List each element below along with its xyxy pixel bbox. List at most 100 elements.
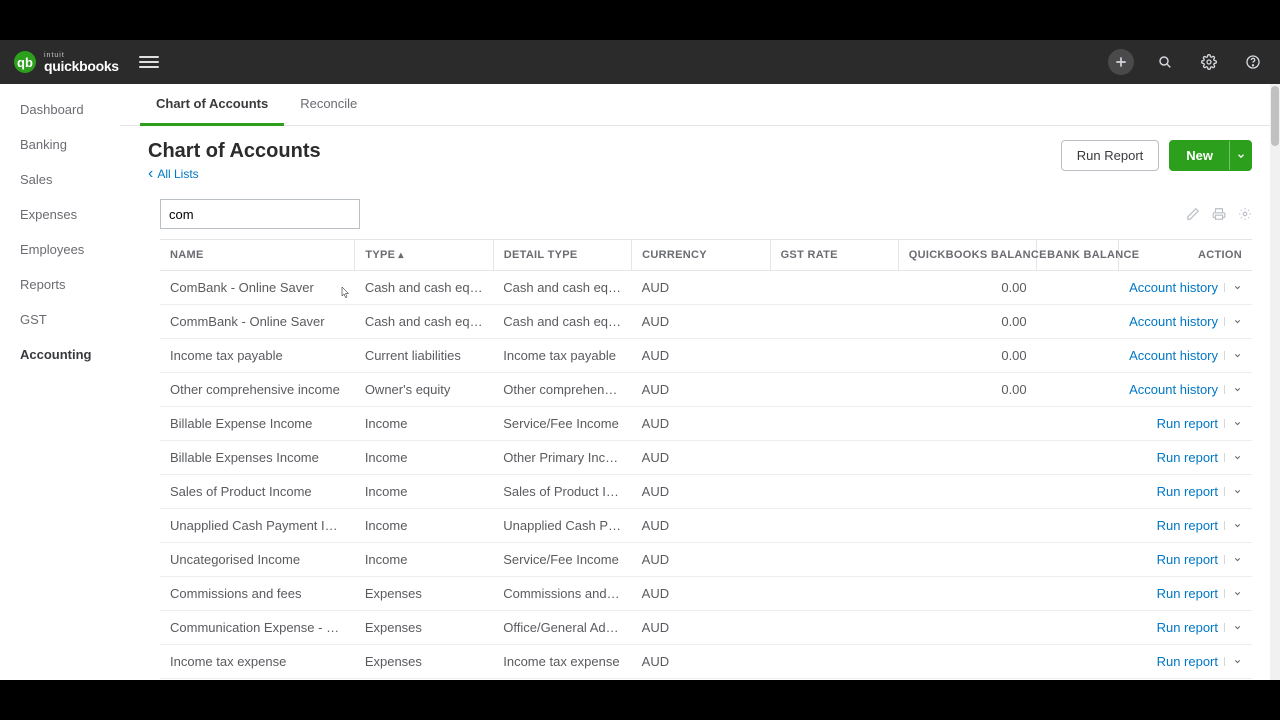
cell-currency: AUD — [632, 407, 770, 441]
cell-detail: Management compensati… — [493, 679, 631, 681]
cell-detail: Sales of Product Income — [493, 475, 631, 509]
cell-qb-balance — [898, 441, 1036, 475]
cell-name: Communication Expense - Fixed — [160, 611, 355, 645]
sidebar-item-reports[interactable]: Reports — [0, 267, 120, 302]
search-icon[interactable] — [1152, 49, 1178, 75]
row-action-link[interactable]: Account history — [1129, 280, 1242, 295]
row-action-link[interactable]: Run report — [1157, 654, 1242, 669]
sidebar-item-accounting[interactable]: Accounting — [0, 337, 120, 372]
table-row: ComBank - Online SaverCash and cash equi… — [160, 271, 1252, 305]
back-all-lists-link[interactable]: All Lists — [148, 167, 199, 181]
cell-currency: AUD — [632, 611, 770, 645]
cell-currency: AUD — [632, 373, 770, 407]
cell-type: Current liabilities — [355, 339, 493, 373]
help-icon[interactable] — [1240, 49, 1266, 75]
cell-action: Account history — [1119, 373, 1252, 407]
cell-type: Expenses — [355, 577, 493, 611]
run-report-button[interactable]: Run Report — [1061, 140, 1159, 171]
cell-detail: Unapplied Cash Payment… — [493, 509, 631, 543]
chevron-down-icon[interactable] — [1224, 317, 1242, 326]
row-action-link[interactable]: Run report — [1157, 586, 1242, 601]
sidebar-item-banking[interactable]: Banking — [0, 127, 120, 162]
row-action-link[interactable]: Run report — [1157, 620, 1242, 635]
cell-name: Income tax payable — [160, 339, 355, 373]
tab-chart-of-accounts[interactable]: Chart of Accounts — [140, 84, 284, 126]
row-action-link[interactable]: Account history — [1129, 382, 1242, 397]
cell-name: Other comprehensive income — [160, 373, 355, 407]
tab-reconcile[interactable]: Reconcile — [284, 84, 373, 125]
chevron-down-icon[interactable] — [1224, 521, 1242, 530]
col-type[interactable]: TYPE — [355, 240, 493, 271]
menu-toggle-icon[interactable] — [139, 56, 159, 68]
chevron-down-icon[interactable] — [1224, 589, 1242, 598]
chevron-down-icon[interactable] — [1224, 385, 1242, 394]
new-button-label: New — [1170, 141, 1229, 170]
chevron-down-icon[interactable] — [1224, 623, 1242, 632]
chevron-down-icon[interactable] — [1224, 487, 1242, 496]
gear-icon[interactable] — [1196, 49, 1222, 75]
row-action-link[interactable]: Run report — [1157, 416, 1242, 431]
table-row: Commissions and feesExpensesCommissions … — [160, 577, 1252, 611]
table-row: Income tax payableCurrent liabilitiesInc… — [160, 339, 1252, 373]
table-row: Sales of Product IncomeIncomeSales of Pr… — [160, 475, 1252, 509]
sidebar-item-expenses[interactable]: Expenses — [0, 197, 120, 232]
cell-name: Sales of Product Income — [160, 475, 355, 509]
row-action-link[interactable]: Run report — [1157, 484, 1242, 499]
sidebar-item-sales[interactable]: Sales — [0, 162, 120, 197]
cell-gst — [770, 475, 898, 509]
row-action-link[interactable]: Run report — [1157, 450, 1242, 465]
content-tabs: Chart of AccountsReconcile — [120, 84, 1280, 126]
row-action-link[interactable]: Account history — [1129, 348, 1242, 363]
chevron-down-icon[interactable] — [1224, 419, 1242, 428]
cell-action: Run report — [1119, 543, 1252, 577]
cell-name: Uncategorised Income — [160, 543, 355, 577]
row-action-link[interactable]: Run report — [1157, 518, 1242, 533]
row-action-link[interactable]: Account history — [1129, 314, 1242, 329]
letterbox — [0, 0, 1280, 40]
new-button[interactable]: New — [1169, 140, 1252, 171]
cell-bank-balance — [1037, 339, 1119, 373]
cell-gst — [770, 543, 898, 577]
col-detail-type[interactable]: DETAIL TYPE — [493, 240, 631, 271]
col-gst-rate[interactable]: GST RATE — [770, 240, 898, 271]
edit-icon[interactable] — [1186, 207, 1200, 221]
col-bank-balance[interactable]: BANK BALANCE — [1037, 240, 1119, 271]
cell-currency: AUD — [632, 441, 770, 475]
cell-bank-balance — [1037, 305, 1119, 339]
settings-gear-icon[interactable] — [1238, 207, 1252, 221]
scrollbar-thumb[interactable] — [1271, 86, 1279, 146]
col-name[interactable]: NAME — [160, 240, 355, 271]
cell-detail: Commissions and fees — [493, 577, 631, 611]
cell-bank-balance — [1037, 679, 1119, 681]
cell-type: Income — [355, 441, 493, 475]
cell-action: Run report — [1119, 509, 1252, 543]
scrollbar[interactable] — [1270, 84, 1280, 680]
sidebar-item-employees[interactable]: Employees — [0, 232, 120, 267]
cell-type: Cash and cash equivalents — [355, 305, 493, 339]
print-icon[interactable] — [1212, 207, 1226, 221]
cell-bank-balance — [1037, 475, 1119, 509]
col-qb-balance[interactable]: QUICKBOOKS BALANCE — [898, 240, 1036, 271]
row-action-link[interactable]: Run report — [1157, 552, 1242, 567]
sidebar-item-dashboard[interactable]: Dashboard — [0, 92, 120, 127]
chevron-down-icon[interactable] — [1224, 453, 1242, 462]
create-icon[interactable] — [1108, 49, 1134, 75]
cell-bank-balance — [1037, 645, 1119, 679]
table-row: Billable Expense IncomeIncomeService/Fee… — [160, 407, 1252, 441]
cell-currency: AUD — [632, 339, 770, 373]
cell-qb-balance — [898, 509, 1036, 543]
logo-product: quickbooks — [44, 59, 119, 73]
cell-action: Run report — [1119, 475, 1252, 509]
search-input[interactable] — [160, 199, 360, 229]
sidebar-item-gst[interactable]: GST — [0, 302, 120, 337]
table-row: Billable Expenses IncomeIncomeOther Prim… — [160, 441, 1252, 475]
chevron-down-icon[interactable] — [1229, 141, 1251, 170]
chevron-down-icon[interactable] — [1224, 657, 1242, 666]
cell-gst — [770, 611, 898, 645]
cell-name: Unapplied Cash Payment Income — [160, 509, 355, 543]
col-currency[interactable]: CURRENCY — [632, 240, 770, 271]
cell-action: Run report — [1119, 645, 1252, 679]
chevron-down-icon[interactable] — [1224, 555, 1242, 564]
chevron-down-icon[interactable] — [1224, 283, 1242, 292]
chevron-down-icon[interactable] — [1224, 351, 1242, 360]
